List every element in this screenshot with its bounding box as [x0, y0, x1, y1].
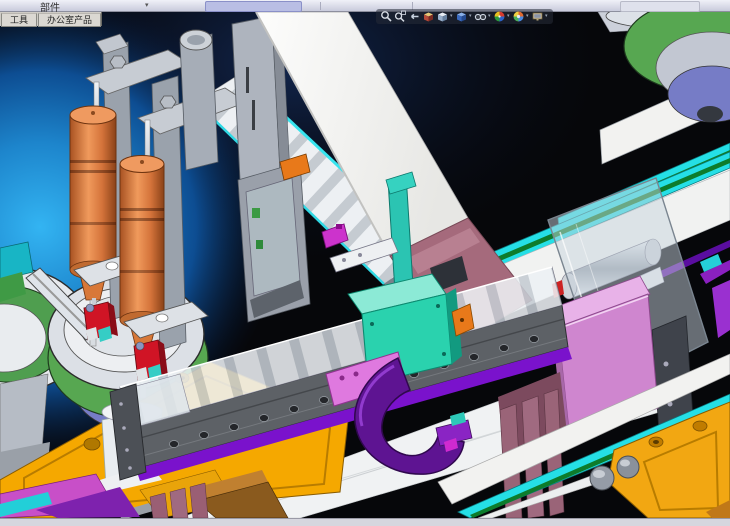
tab-tools[interactable]: 工具 — [1, 13, 37, 27]
dropdown-caret-icon[interactable]: ▾ — [545, 10, 549, 23]
view-orientation-icon[interactable] — [436, 10, 449, 23]
edit-appearance-icon[interactable] — [493, 10, 506, 23]
previous-view-icon[interactable] — [408, 10, 421, 23]
tab-office-products[interactable]: 办公室产品 — [38, 13, 101, 27]
zoom-area-icon[interactable] — [394, 10, 407, 23]
viewport-3d[interactable] — [0, 12, 730, 518]
dropdown-caret-icon[interactable]: ▾ — [450, 10, 454, 23]
active-toolbar-button[interactable] — [205, 1, 302, 12]
hide-show-items-icon[interactable] — [474, 10, 487, 23]
solidworks-window: 部件 ▾ ▾ 工具 办公室产品 — [0, 0, 730, 526]
command-toolbar: 部件 ▾ ▾ — [0, 0, 730, 12]
dropdown-caret-icon[interactable]: ▾ — [488, 10, 492, 23]
dropdown-caret-icon[interactable]: ▾ — [145, 1, 149, 9]
section-view-icon[interactable] — [422, 10, 435, 23]
heads-up-view-toolbar: ▾ ▾ ▾ ▾ ▾ ▾ — [376, 9, 553, 24]
apply-scene-icon[interactable] — [512, 10, 525, 23]
commandmanager-tabs: 工具 办公室产品 — [0, 12, 102, 26]
zoom-fit-icon[interactable] — [380, 10, 393, 23]
display-style-icon[interactable] — [455, 10, 468, 23]
toolbar-separator — [320, 2, 321, 10]
dropdown-caret-icon[interactable]: ▾ — [507, 10, 511, 23]
toolbar-segment — [620, 1, 700, 12]
dropdown-caret-icon[interactable]: ▾ — [526, 10, 530, 23]
status-bar — [0, 518, 730, 526]
dropdown-caret-icon[interactable]: ▾ — [469, 10, 473, 23]
view-settings-icon[interactable] — [531, 10, 544, 23]
